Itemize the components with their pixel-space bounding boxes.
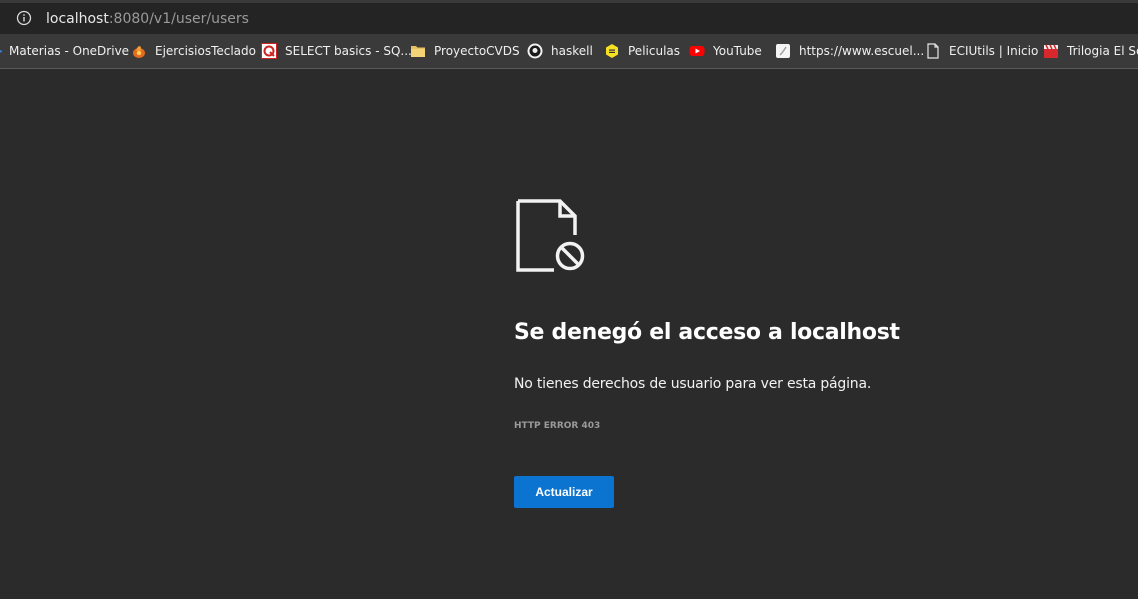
bookmark-youtube[interactable]: YouTube [689, 34, 762, 68]
bookmarks-bar: Materias - OneDrive EjercisiosTeclado SE… [0, 34, 1138, 69]
reload-button[interactable]: Actualizar [514, 476, 614, 508]
bookmark-materias-onedrive[interactable]: Materias - OneDrive [0, 34, 129, 68]
bookmark-ejercisiosteclado[interactable]: EjercisiosTeclado [131, 34, 256, 68]
clapperboard-icon [1044, 44, 1058, 58]
bookmark-haskell[interactable]: haskell [527, 34, 593, 68]
url-path: :8080/v1/user/users [108, 11, 249, 27]
url-host: localhost [46, 11, 109, 27]
error-code: HTTP ERROR 403 [514, 421, 601, 431]
bookmark-label: Materias - OneDrive [9, 44, 130, 58]
hexagon-icon [606, 44, 618, 58]
bookmark-peliculas[interactable]: Peliculas [604, 34, 680, 68]
bookmark-label: YouTube [713, 44, 762, 58]
github-icon [527, 43, 543, 59]
bookmark-label: ProyectoCVDS [434, 44, 520, 58]
url-text[interactable]: localhost:8080/v1/user/users [46, 11, 249, 27]
bookmark-label: Peliculas [628, 44, 681, 58]
bookmark-proyectocvds[interactable]: ProyectoCVDS [410, 34, 520, 68]
fire-icon [133, 46, 145, 58]
bookmark-label: https://www.escuel... [799, 44, 925, 58]
bookmark-trilogia[interactable]: Trilogia El Señ [1043, 34, 1138, 68]
error-title: Se denegó el acceso a localhost [514, 320, 900, 345]
page-icon [776, 44, 790, 58]
error-description: No tienes derechos de usuario para ver e… [514, 376, 872, 392]
folder-icon [411, 46, 425, 57]
bookmark-label: EjercisiosTeclado [155, 44, 256, 58]
quiz-icon [261, 43, 277, 59]
youtube-icon [689, 46, 705, 56]
blocked-document-icon [516, 199, 585, 272]
bookmark-escuela[interactable]: https://www.escuel... [775, 34, 924, 68]
bookmark-label: ECIUtils | Inicio [949, 44, 1039, 58]
info-icon[interactable] [16, 10, 32, 26]
address-bar[interactable]: localhost:8080/v1/user/users [0, 0, 1138, 34]
cloud-icon [0, 50, 2, 53]
bookmark-label: haskell [551, 44, 593, 58]
bookmark-label: SELECT basics - SQ... [285, 44, 412, 58]
bookmark-eciutils[interactable]: ECIUtils | Inicio [925, 34, 1038, 68]
bookmark-label: Trilogia El Señ [1067, 44, 1138, 58]
bookmark-select-basics[interactable]: SELECT basics - SQ... [261, 34, 412, 68]
document-icon [927, 43, 939, 59]
